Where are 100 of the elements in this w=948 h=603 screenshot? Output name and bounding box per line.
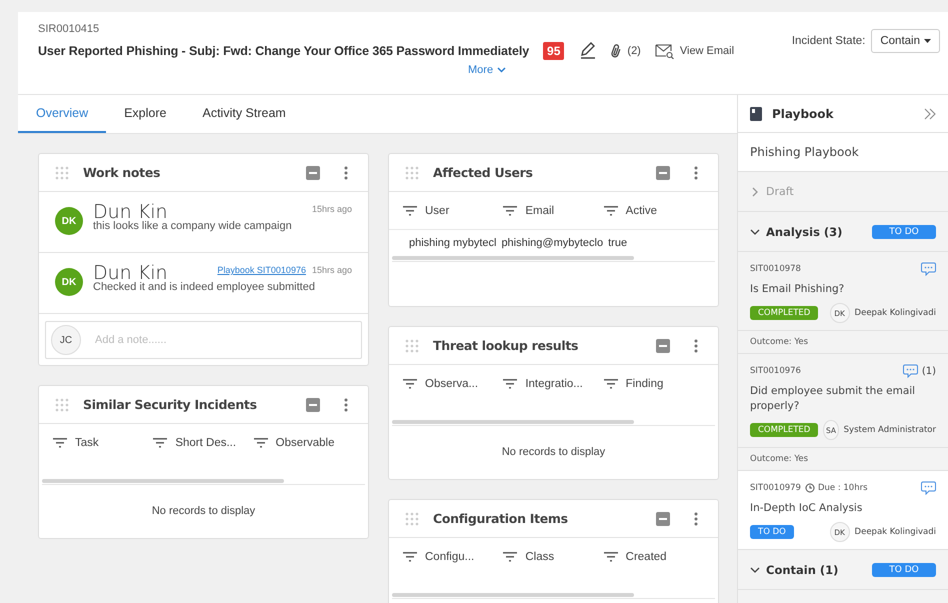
note-field[interactable]: JC Add a note...... bbox=[45, 321, 362, 359]
widget-title: Similar Security Incidents bbox=[83, 397, 258, 412]
column-header[interactable]: Finding bbox=[604, 378, 704, 390]
filter-icon[interactable] bbox=[403, 552, 417, 562]
risk-score: 95 bbox=[543, 42, 564, 60]
minimize-icon[interactable] bbox=[656, 338, 670, 352]
comment-count: (1) bbox=[922, 366, 936, 376]
column-label: Email bbox=[525, 204, 554, 216]
pencil-icon[interactable] bbox=[578, 42, 596, 60]
tab[interactable]: Overview bbox=[18, 95, 106, 133]
filter-icon[interactable] bbox=[153, 438, 168, 448]
note-text: Checked it and is indeed employee submitted bbox=[93, 281, 316, 294]
note-author: Dun Kin bbox=[93, 204, 168, 220]
playbook-link[interactable]: Playbook SIT0010976 bbox=[217, 265, 306, 275]
attachments-button[interactable]: (2) bbox=[610, 43, 641, 59]
column-header[interactable]: Observa... bbox=[403, 378, 504, 390]
note-text: this looks like a company wide campaign bbox=[93, 220, 293, 233]
comment-icon[interactable] bbox=[902, 364, 918, 378]
phase-header[interactable]: Analysis (3) TO DO bbox=[738, 212, 948, 252]
note-time: 15hrs ago bbox=[312, 265, 352, 275]
status-badge: COMPLETED bbox=[750, 306, 818, 320]
column-header[interactable]: Short Des... bbox=[153, 436, 254, 448]
minimize-icon[interactable] bbox=[306, 166, 320, 180]
double-chevron-icon[interactable] bbox=[924, 108, 936, 120]
empty-message: No records to display bbox=[500, 445, 606, 460]
phase-header[interactable]: Contain (1) TO DO bbox=[738, 550, 948, 590]
drag-handle-icon[interactable] bbox=[405, 512, 419, 526]
tab[interactable]: Activity Stream bbox=[184, 95, 304, 133]
task-title: Is Email Phishing? bbox=[750, 282, 846, 297]
minimize-icon[interactable] bbox=[656, 512, 670, 526]
phase-name: Analysis (3) bbox=[766, 224, 844, 238]
task-number: SIT0010976 bbox=[750, 366, 802, 376]
column-header[interactable]: Email bbox=[503, 204, 604, 216]
more-icon[interactable] bbox=[694, 166, 698, 180]
filter-icon[interactable] bbox=[503, 378, 518, 388]
column-header[interactable]: Created bbox=[604, 550, 704, 562]
book-icon bbox=[750, 106, 762, 120]
task-outcome: Outcome: Yes bbox=[738, 331, 948, 354]
column-label: Active bbox=[626, 204, 657, 216]
filter-icon[interactable] bbox=[403, 378, 417, 388]
drag-handle-icon[interactable] bbox=[55, 166, 69, 180]
column-header[interactable]: Configu... bbox=[403, 550, 504, 562]
column-label: Created bbox=[626, 550, 667, 562]
column-header[interactable]: Task bbox=[53, 436, 154, 448]
column-header[interactable]: User bbox=[403, 204, 504, 216]
filter-icon[interactable] bbox=[604, 378, 618, 388]
caret-icon bbox=[924, 39, 931, 43]
comment-icon[interactable] bbox=[921, 481, 936, 495]
column-header[interactable]: Integratio... bbox=[503, 378, 604, 390]
task-title: In-Depth IoC Analysis bbox=[750, 501, 864, 516]
table-cell: phishing@mybyteclo bbox=[501, 237, 604, 249]
column-header[interactable]: Observable bbox=[254, 436, 354, 448]
assignee-name: Deepak Kolingivadi bbox=[854, 308, 936, 318]
envelope-search-icon bbox=[654, 43, 675, 59]
drag-handle-icon[interactable] bbox=[405, 166, 419, 180]
comment-icon[interactable] bbox=[921, 262, 936, 276]
task-title: Did employee submit the email properly? bbox=[750, 384, 916, 414]
more-link[interactable]: More bbox=[468, 64, 506, 76]
status-badge: TO DO bbox=[750, 525, 794, 539]
filter-icon[interactable] bbox=[53, 438, 67, 448]
minimize-icon[interactable] bbox=[306, 398, 320, 412]
filter-icon[interactable] bbox=[403, 206, 417, 216]
column-label: Short Des... bbox=[175, 436, 236, 448]
more-icon[interactable] bbox=[694, 512, 698, 526]
filter-icon[interactable] bbox=[503, 206, 518, 216]
column-label: Observa... bbox=[425, 378, 478, 390]
widget-title: Threat lookup results bbox=[433, 338, 580, 353]
drag-handle-icon[interactable] bbox=[405, 338, 419, 352]
column-label: Class bbox=[525, 550, 554, 562]
column-label: Observable bbox=[276, 436, 334, 448]
due-time: Due : 10hrs bbox=[804, 483, 917, 493]
minimize-icon[interactable] bbox=[656, 166, 670, 180]
clock-icon bbox=[804, 483, 815, 493]
filter-icon[interactable] bbox=[604, 552, 618, 562]
record-number: SIR0010415 bbox=[38, 23, 100, 35]
paperclip-icon bbox=[610, 43, 622, 59]
assignee-name: System Administrator bbox=[844, 425, 936, 435]
filter-icon[interactable] bbox=[604, 206, 618, 216]
note-author: Dun Kin bbox=[93, 265, 168, 281]
avatar: DK bbox=[55, 207, 83, 235]
playbook-name: Phishing Playbook bbox=[738, 133, 948, 172]
avatar: DK bbox=[55, 268, 83, 296]
more-icon[interactable] bbox=[344, 166, 348, 180]
panel-title: Playbook bbox=[772, 106, 835, 120]
column-header[interactable]: Active bbox=[604, 204, 704, 216]
column-label: Integratio... bbox=[525, 378, 583, 390]
filter-icon[interactable] bbox=[503, 552, 518, 562]
tab[interactable]: Explore bbox=[106, 95, 184, 133]
column-header[interactable]: Class bbox=[503, 550, 604, 562]
more-icon[interactable] bbox=[694, 338, 698, 352]
avatar: JC bbox=[51, 325, 81, 355]
view-email-button[interactable]: View Email bbox=[654, 43, 734, 59]
state-dropdown[interactable]: Contain bbox=[871, 29, 940, 53]
drag-handle-icon[interactable] bbox=[55, 398, 69, 412]
status-badge: TO DO bbox=[872, 562, 936, 576]
widget-title: Configuration Items bbox=[433, 511, 569, 526]
status-badge: COMPLETED bbox=[750, 423, 818, 437]
phase-name: Draft bbox=[766, 185, 795, 198]
filter-icon[interactable] bbox=[254, 438, 268, 448]
more-icon[interactable] bbox=[344, 398, 348, 412]
